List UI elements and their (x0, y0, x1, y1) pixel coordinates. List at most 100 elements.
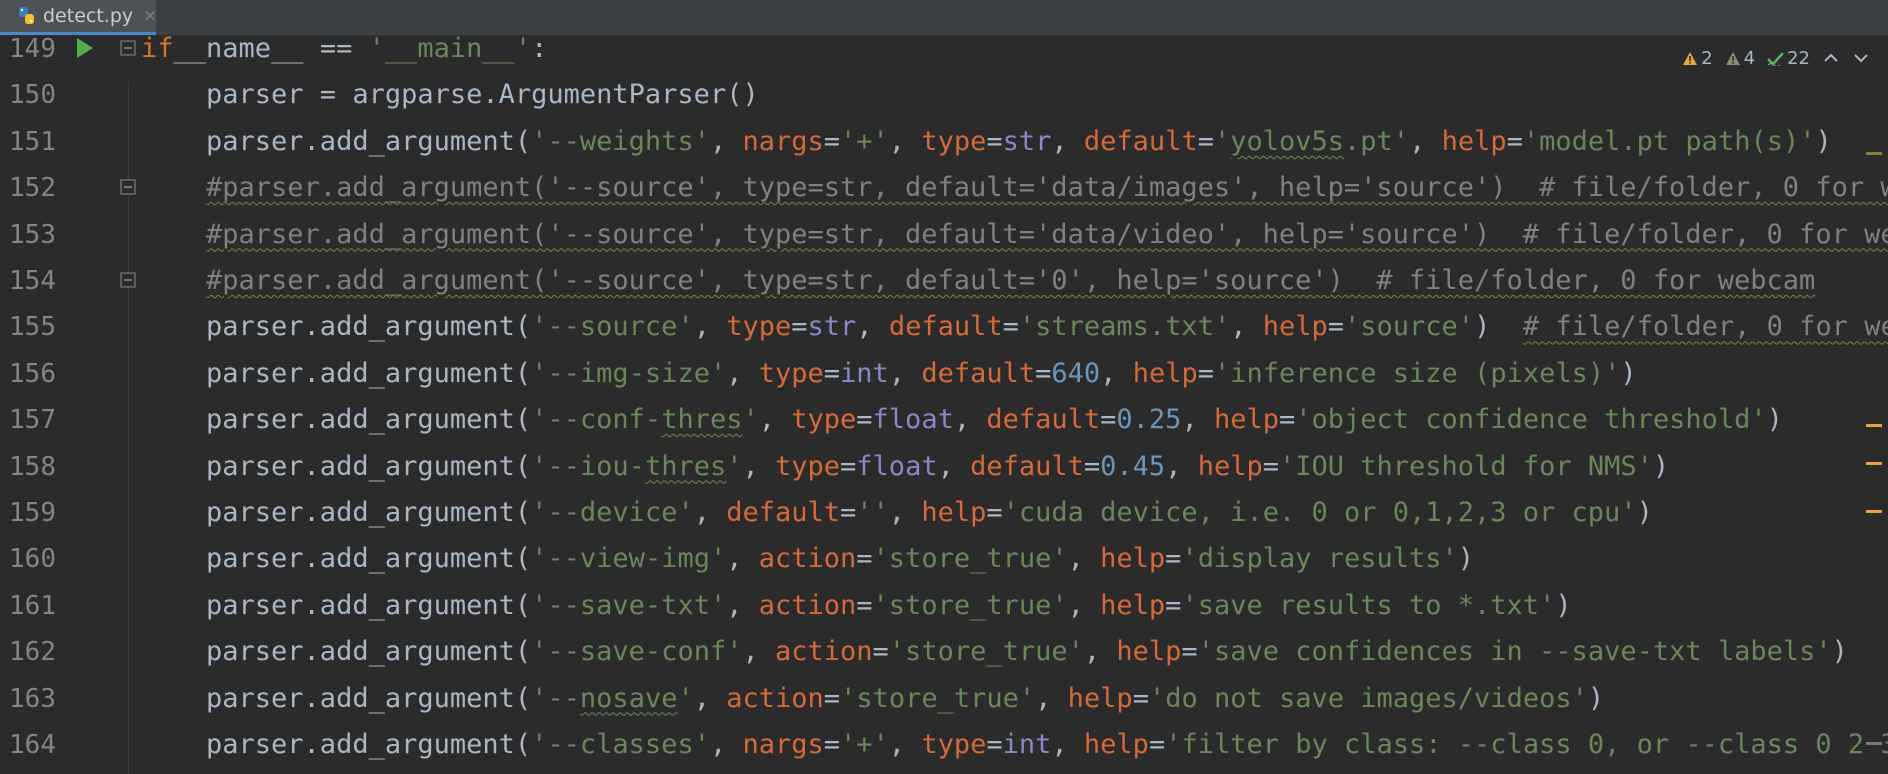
code-line[interactable]: 154 #parser.add_argument('--source', typ… (0, 258, 1888, 304)
code-line[interactable]: 150 parser = argparse.ArgumentParser() (0, 72, 1888, 118)
code-text[interactable]: parser.add_argument('--conf-thres', type… (141, 397, 1783, 443)
code-text[interactable]: #parser.add_argument('--source', type=st… (141, 165, 1888, 211)
code-token: , (888, 357, 922, 389)
code-token: ) (1815, 125, 1832, 157)
code-text[interactable]: parser.add_argument('--img-size', type=i… (141, 351, 1637, 397)
code-token: 'store_true' (888, 636, 1084, 668)
code-text[interactable]: parser.add_argument('--nosave', action='… (141, 676, 1604, 722)
code-line[interactable]: 162 parser.add_argument('--save-conf', a… (0, 629, 1888, 675)
code-token: , (888, 729, 922, 760)
code-token: help (1100, 543, 1166, 575)
code-text[interactable]: parser.add_argument('--weights', nargs='… (141, 119, 1832, 165)
code-token: = (1165, 589, 1182, 621)
code-text[interactable]: parser.add_argument('--source', type=str… (141, 304, 1888, 350)
weak-warnings-indicator[interactable]: 4 (1725, 48, 1755, 69)
code-line[interactable]: 164 parser.add_argument('--classes', nar… (0, 722, 1888, 768)
run-icon[interactable] (76, 37, 94, 59)
code-token: parser = argparse.ArgumentParser() (141, 79, 759, 111)
code-line[interactable]: 156 parser.add_argument('--img-size', ty… (0, 351, 1888, 397)
code-token: = (1100, 404, 1117, 436)
tab-detect-py[interactable]: detect.py × (0, 0, 157, 35)
code-token: , (1165, 450, 1198, 482)
code-token: 'store_true' (872, 543, 1068, 575)
code-line[interactable]: 160 parser.add_argument('--view-img', ac… (0, 536, 1888, 582)
weak-warnings-count: 4 (1743, 47, 1756, 69)
code-token: = (856, 543, 873, 575)
warnings-count: 2 (1701, 47, 1713, 69)
stripe-mark[interactable] (1866, 510, 1882, 513)
code-text[interactable]: #parser.add_argument('--source', type=st… (141, 212, 1888, 258)
code-token: action (726, 682, 824, 714)
code-token: = (1197, 357, 1214, 389)
code-text[interactable]: if__name__ == '__main__': (141, 36, 547, 72)
code-line[interactable]: 149 if__name__ == '__main__': (0, 36, 1888, 72)
code-text[interactable]: parser.add_argument('--iou-thres', type=… (141, 444, 1669, 490)
code-token: = (856, 404, 873, 436)
code-token: 640 (1051, 357, 1101, 389)
code-line[interactable]: 151 parser.add_argument('--weights', nar… (0, 119, 1888, 165)
line-number: 162 (9, 637, 56, 668)
line-number: 159 (9, 498, 56, 528)
code-text[interactable]: parser = argparse.ArgumentParser() (141, 72, 759, 118)
code-token: default (986, 404, 1101, 436)
code-token: help (1213, 404, 1279, 436)
code-line[interactable]: 155 parser.add_argument('--source', type… (0, 304, 1888, 350)
code-token: = (840, 497, 857, 528)
stripe-mark[interactable] (1866, 424, 1882, 427)
code-token: = (1506, 125, 1523, 157)
code-token: '' (856, 497, 889, 528)
stripe-mark[interactable] (1866, 462, 1882, 465)
code-token: #parser.add_argument('--source', type=st… (206, 172, 1888, 204)
code-text[interactable]: #parser.add_argument('--source', type=st… (141, 258, 1815, 304)
code-token: 'save confidences in --save-txt labels' (1197, 636, 1832, 668)
code-line[interactable]: 158 parser.add_argument('--iou-thres', t… (0, 444, 1888, 490)
typos-indicator[interactable]: 22 (1767, 48, 1810, 69)
code-text[interactable]: parser.add_argument('--classes', nargs='… (141, 722, 1888, 768)
code-text[interactable]: parser.add_argument('--save-conf', actio… (141, 629, 1848, 675)
code-line[interactable]: 152 #parser.add_argument('--source', typ… (0, 165, 1888, 211)
code-line[interactable]: 161 parser.add_argument('--save-txt', ac… (0, 583, 1888, 629)
line-number: 150 (9, 80, 56, 111)
warnings-indicator[interactable]: 2 (1682, 47, 1713, 69)
code-token: , (856, 311, 889, 343)
code-line[interactable]: 163 parser.add_argument('--nosave', acti… (0, 676, 1888, 722)
code-token: '--source' (531, 311, 694, 343)
previous-highlight-icon[interactable] (1822, 51, 1840, 65)
code-editor[interactable]: 149 if__name__ == '__main__': 150 parser =… (0, 36, 1888, 774)
code-line[interactable]: 159 parser.add_argument('--device', defa… (0, 490, 1888, 536)
code-token: '__main__' (368, 36, 532, 64)
code-token: .pt' (1344, 125, 1410, 157)
line-number: 151 (9, 126, 56, 157)
code-text[interactable]: parser.add_argument('--save-txt', action… (141, 583, 1572, 629)
code-token: ) (1457, 543, 1475, 575)
line-number: 153 (9, 219, 56, 250)
fold-icon[interactable] (119, 39, 139, 59)
code-token: help (1067, 682, 1133, 714)
code-token: help (1100, 589, 1166, 621)
inspection-widget[interactable]: 2 4 22 (1674, 44, 1870, 72)
code-token: help (1441, 125, 1507, 157)
code-line[interactable]: 157 parser.add_argument('--conf-thres', … (0, 397, 1888, 443)
fold-icon[interactable] (119, 271, 139, 291)
code-text[interactable]: parser.add_argument('--view-img', action… (141, 536, 1474, 582)
code-token: yolov5s (1230, 125, 1345, 157)
code-token: __name__ == (173, 36, 369, 64)
line-number: 157 (9, 405, 56, 436)
fold-icon[interactable] (119, 178, 139, 198)
tab-close-icon[interactable]: × (143, 6, 157, 26)
line-number: 161 (9, 590, 56, 621)
code-token: , (953, 404, 987, 436)
stripe-mark[interactable] (1866, 742, 1882, 745)
code-token: help (1262, 311, 1328, 343)
stripe-mark[interactable] (1866, 152, 1882, 155)
code-text[interactable]: parser.add_argument('--device', default=… (141, 490, 1653, 536)
code-token: ) (1636, 497, 1653, 528)
python-file-icon (16, 5, 38, 27)
error-stripe[interactable] (1864, 36, 1882, 774)
code-token: '--img-size' (531, 357, 727, 389)
code-token: ' (726, 450, 743, 482)
code-token: #parser.add_argument('--source', type=st… (206, 218, 1888, 250)
code-token: , (726, 589, 759, 621)
code-token: , (888, 497, 922, 528)
code-line[interactable]: 153 #parser.add_argument('--source', typ… (0, 212, 1888, 258)
